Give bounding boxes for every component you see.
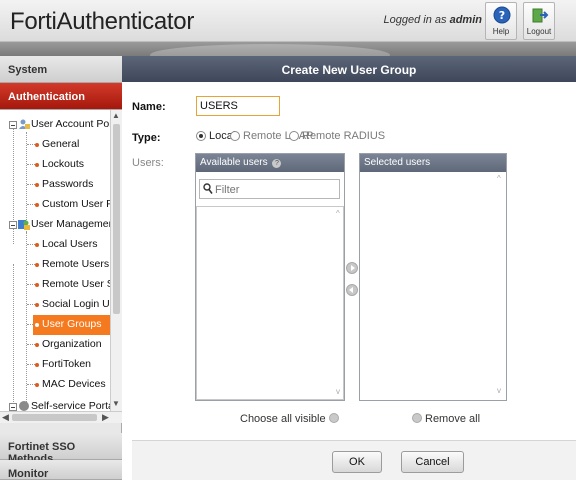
help-icon: ? <box>493 6 511 24</box>
radio-unselected-icon <box>230 131 240 141</box>
app-header: FortiAuthenticator Logged in as admin ? … <box>0 0 576 42</box>
scroll-up-arrow-icon[interactable]: ^ <box>497 174 501 183</box>
collapse-toggle[interactable] <box>9 121 17 129</box>
cancel-button[interactable]: Cancel <box>401 451 464 473</box>
selected-users-box: Selected users ^ v <box>359 153 507 401</box>
tree-item-social-login-users[interactable]: Social Login Users <box>0 295 122 315</box>
tree-item-custom-user-fields[interactable]: Custom User Fields <box>0 195 122 215</box>
radio-selected-icon <box>196 131 206 141</box>
login-status: Logged in as admin <box>383 14 482 26</box>
ok-button[interactable]: OK <box>332 451 382 473</box>
type-radio-remote-radius[interactable]: Remote RADIUS <box>289 130 385 144</box>
type-label: Type: <box>132 132 161 144</box>
nav-tree: User Account Policies General Lockouts P… <box>0 110 122 411</box>
remove-all-button[interactable]: Remove all <box>412 413 480 425</box>
tree-item-lockouts[interactable]: Lockouts <box>0 155 110 175</box>
login-username: admin <box>449 14 482 26</box>
tree-node-user-account-policies[interactable]: User Account Policies <box>0 115 122 135</box>
scroll-left-arrow-icon[interactable]: ◀ <box>2 412 9 423</box>
tree-item-fortitoken[interactable]: FortiToken <box>0 355 110 375</box>
expand-toggle[interactable] <box>9 403 17 411</box>
collapse-toggle[interactable] <box>9 221 17 229</box>
available-users-list[interactable]: ^ v <box>196 206 344 400</box>
radio-unselected-icon <box>289 131 299 141</box>
scroll-down-arrow-icon[interactable]: v <box>497 386 501 395</box>
tree-item-user-groups[interactable]: User Groups <box>0 315 110 335</box>
group-name-input[interactable] <box>196 96 280 116</box>
users-label: Users: <box>132 157 164 169</box>
choose-all-visible-button[interactable]: Choose all visible <box>240 413 339 425</box>
scrollbar-thumb[interactable] <box>113 124 120 314</box>
tree-item-mac-devices[interactable]: MAC Devices <box>0 375 110 395</box>
add-selected-icon[interactable] <box>346 262 358 274</box>
nav-section-fsso[interactable]: Fortinet SSO Methods <box>0 433 122 465</box>
nav-section-system[interactable]: System <box>0 56 122 83</box>
tree-item-remote-users[interactable]: Remote Users <box>0 255 110 275</box>
add-all-icon <box>328 413 339 423</box>
name-label: Name: <box>132 101 166 113</box>
tree-item-general[interactable]: General <box>0 135 110 155</box>
tree-item-local-users[interactable]: Local Users <box>0 235 110 255</box>
scroll-up-arrow-icon[interactable]: ^ <box>336 209 340 218</box>
help-tooltip-icon[interactable]: ? <box>272 159 282 168</box>
scroll-right-arrow-icon[interactable]: ▶ <box>102 412 109 423</box>
users-folder-icon <box>19 119 30 129</box>
tree-node-user-management[interactable]: User Management <box>0 215 117 235</box>
remove-selected-icon[interactable] <box>346 284 358 296</box>
left-nav: System Authentication User Account Polic… <box>0 56 122 480</box>
available-users-box: Available users ? ^ v <box>195 153 345 401</box>
nav-section-authentication[interactable]: Authentication <box>0 83 122 110</box>
scrollbar-thumb[interactable] <box>12 414 97 421</box>
filter-field[interactable] <box>199 179 340 199</box>
nav-section-monitor[interactable]: Monitor <box>0 460 122 480</box>
filter-input[interactable] <box>215 182 335 197</box>
selected-users-list[interactable]: ^ v <box>360 172 506 400</box>
tree-item-remote-user-sync-rules[interactable]: Remote User Sync Rules <box>0 275 122 295</box>
portal-icon <box>19 401 29 411</box>
tree-item-passwords[interactable]: Passwords <box>0 175 110 195</box>
scroll-down-arrow-icon[interactable]: v <box>336 387 340 396</box>
scroll-down-arrow-icon[interactable]: ▼ <box>112 399 120 408</box>
header-decor-bar <box>0 42 576 56</box>
scroll-up-arrow-icon[interactable]: ▲ <box>112 111 120 120</box>
selected-users-header: Selected users <box>360 154 506 172</box>
user-management-icon <box>18 220 30 230</box>
nav-tree-horizontal-scrollbar[interactable]: ◀ ▶ <box>0 411 122 423</box>
nav-tree-vertical-scrollbar[interactable]: ▲ ▼ <box>110 110 122 411</box>
logout-button[interactable]: Logout <box>523 2 555 40</box>
form-footer: OK Cancel <box>132 440 576 480</box>
search-icon <box>203 183 213 194</box>
brand-title: FortiAuthenticator <box>10 8 195 35</box>
tree-item-organization[interactable]: Organization <box>0 335 110 355</box>
tree-node-self-service-portal[interactable]: Self-service Portal <box>0 397 116 411</box>
main-panel: Create New User Group Name: Type: Local … <box>122 56 576 480</box>
logout-icon <box>532 8 549 23</box>
svg-text:?: ? <box>499 9 505 22</box>
help-button[interactable]: ? Help <box>485 2 517 40</box>
page-title: Create New User Group <box>122 56 576 82</box>
remove-all-icon <box>412 413 422 423</box>
available-users-header: Available users ? <box>196 154 344 172</box>
